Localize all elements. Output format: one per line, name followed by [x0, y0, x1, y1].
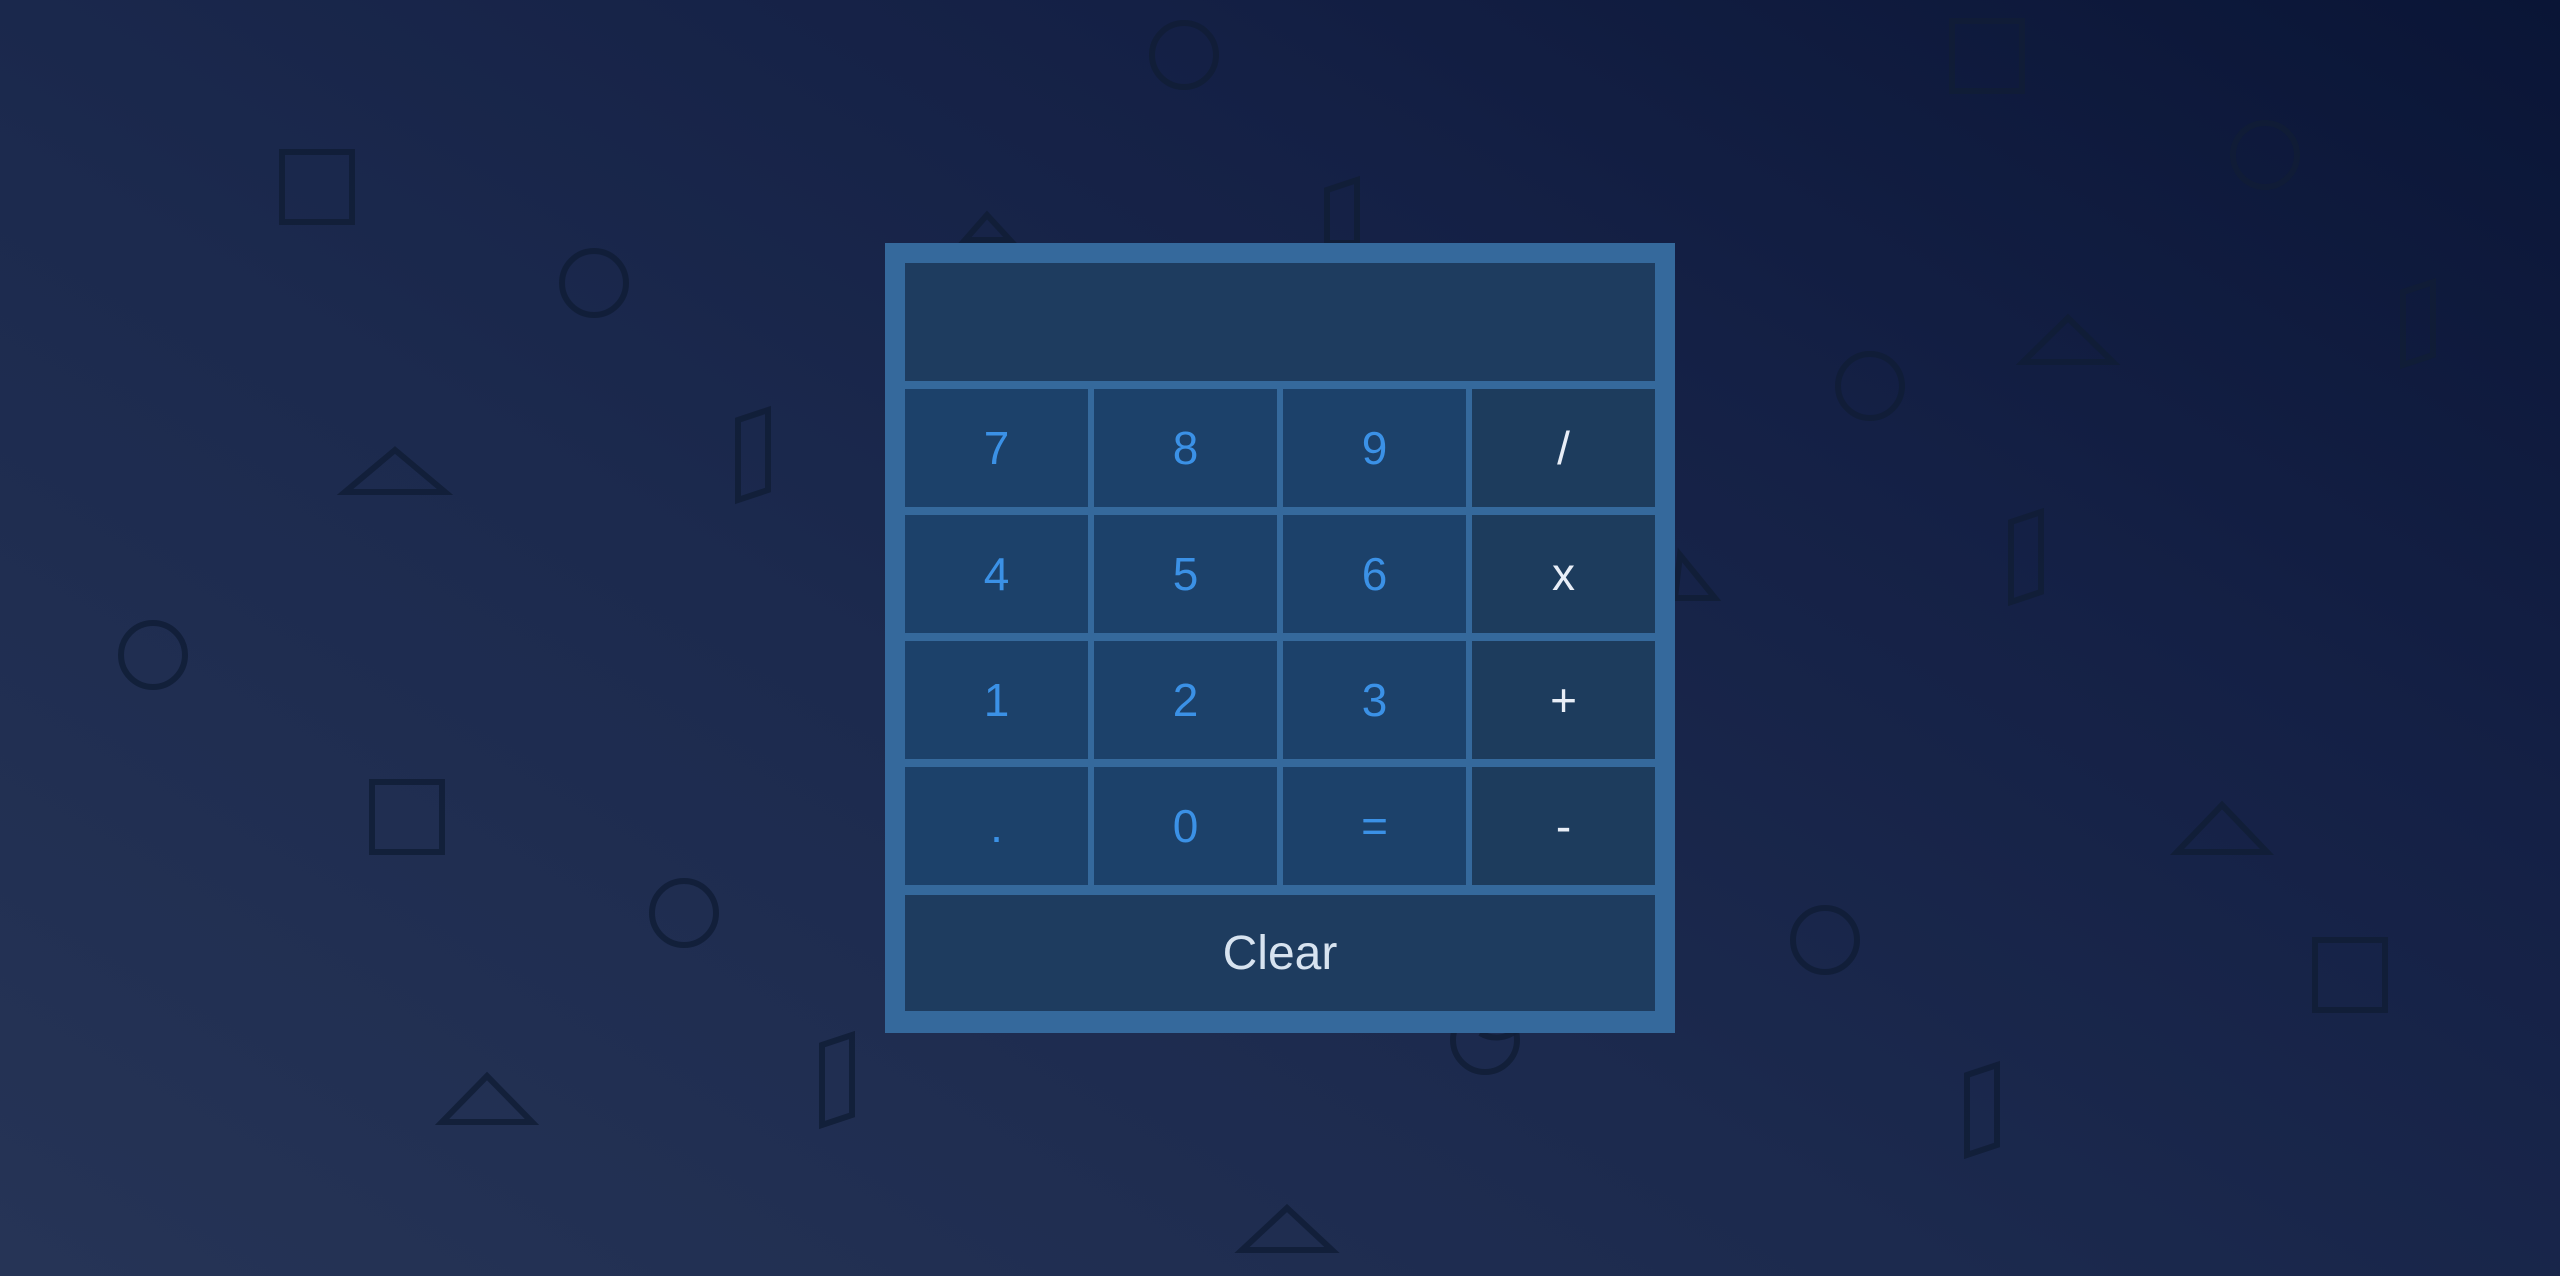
bg-parallelogram-shape [819, 1030, 855, 1130]
key-0[interactable]: 0 [1094, 767, 1277, 885]
bg-square-shape [2312, 937, 2388, 1013]
bg-triangle-shape [1671, 547, 1722, 601]
bg-circle-shape [2230, 120, 2300, 190]
bg-triangle-shape [2169, 800, 2275, 855]
keypad: 7 8 9/ 4 5 6 x 1 2 3 +. 0 = - Clear [905, 389, 1655, 1011]
bg-square-shape [1949, 18, 2025, 94]
equals-button[interactable]: = [1283, 767, 1466, 885]
key-3[interactable]: 3 [1283, 641, 1466, 759]
bg-circle-shape [1835, 351, 1905, 421]
clear-button[interactable]: Clear [905, 895, 1655, 1011]
subtract-button[interactable]: - [1472, 767, 1655, 885]
decimal-button[interactable]: . [905, 767, 1088, 885]
bg-circle-shape [1790, 905, 1860, 975]
bg-triangle-shape [2015, 313, 2121, 365]
bg-parallelogram-shape [2008, 507, 2044, 607]
key-6[interactable]: 6 [1283, 515, 1466, 633]
bg-triangle-shape [958, 210, 1017, 243]
bg-circle-shape [1149, 20, 1219, 90]
key-5[interactable]: 5 [1094, 515, 1277, 633]
bg-parallelogram-shape [2400, 277, 2436, 370]
key-7[interactable]: 7 [905, 389, 1088, 507]
key-1[interactable]: 1 [905, 641, 1088, 759]
add-button[interactable]: + [1472, 641, 1655, 759]
bg-parallelogram-shape [1964, 1060, 2000, 1160]
bg-parallelogram-shape [1324, 175, 1360, 246]
multiply-button[interactable]: x [1472, 515, 1655, 633]
bg-triangle-shape [1234, 1203, 1340, 1253]
calculator: 7 8 9/ 4 5 6 x 1 2 3 +. 0 = - Clear [885, 243, 1675, 1033]
bg-triangle-shape [434, 1071, 540, 1125]
key-9[interactable]: 9 [1283, 389, 1466, 507]
bg-triangle-shape [336, 446, 454, 495]
bg-circle-shape [118, 620, 188, 690]
key-4[interactable]: 4 [905, 515, 1088, 633]
key-8[interactable]: 8 [1094, 389, 1277, 507]
bg-parallelogram-shape [735, 405, 771, 505]
bg-square-shape [369, 779, 445, 855]
key-2[interactable]: 2 [1094, 641, 1277, 759]
calculator-display [905, 263, 1655, 381]
divide-button[interactable]: / [1472, 389, 1655, 507]
bg-square-shape [279, 149, 355, 225]
bg-circle-shape [559, 248, 629, 318]
bg-circle-shape [649, 878, 719, 948]
